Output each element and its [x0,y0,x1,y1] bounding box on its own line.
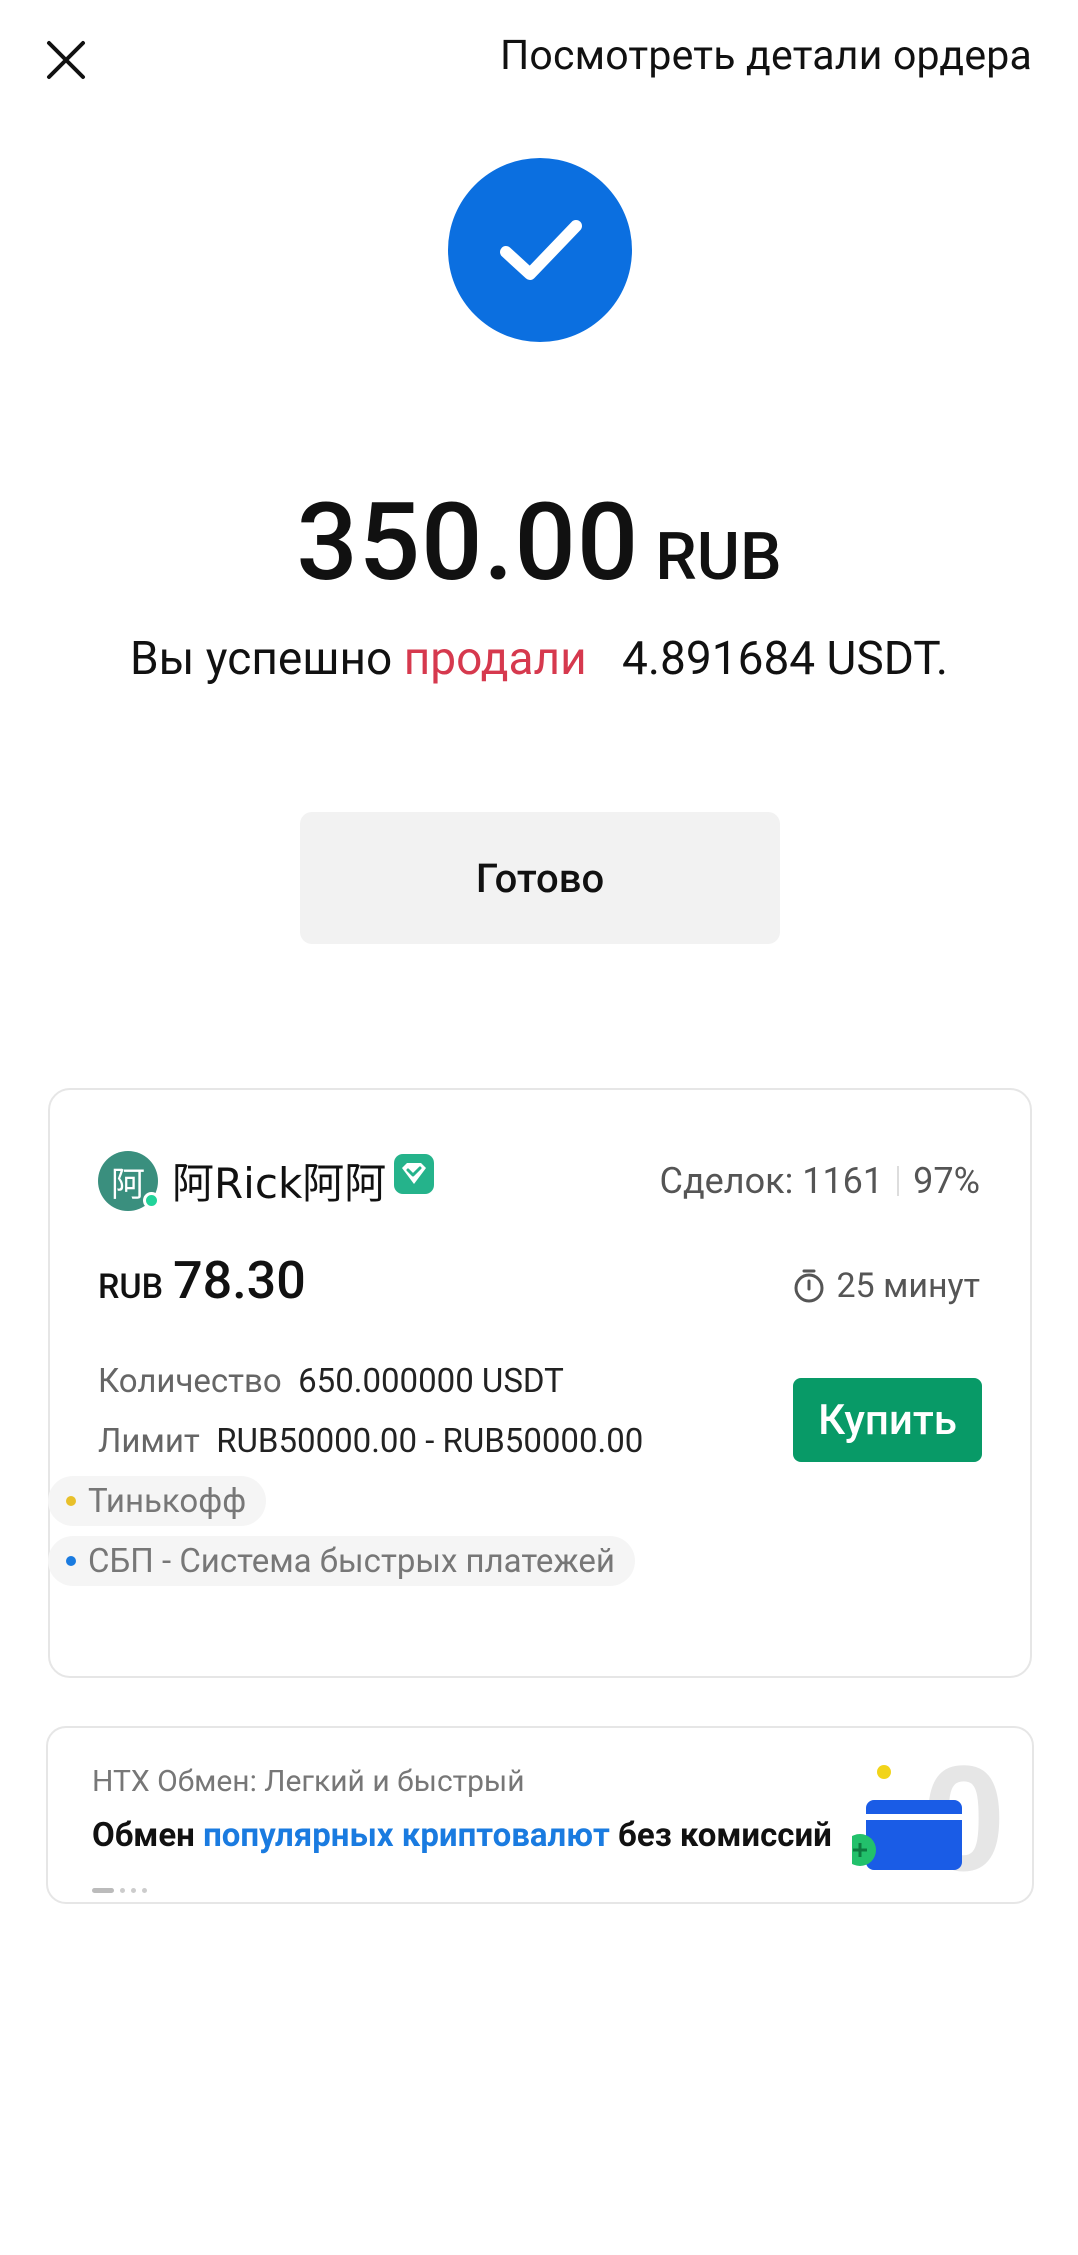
payment-method-dot [66,1556,76,1566]
stopwatch-icon [794,1269,824,1303]
quantity-value: 650.000000 USDT [298,1362,564,1401]
done-button[interactable]: Готово [300,812,780,944]
promo-title-part1: Обмен [92,1816,204,1855]
buy-button[interactable]: Купить [793,1378,982,1462]
success-check-icon [448,158,632,342]
payment-method-tag: СБП - Система быстрых платежей [48,1536,635,1586]
payment-method-tag: Тинькофф [48,1476,267,1526]
close-icon [47,41,85,79]
amount-currency: RUB [655,519,782,596]
promo-title-highlight: популярных криптовалют [203,1816,610,1855]
result-prefix: Вы успешно [130,632,393,686]
avatar[interactable]: 阿 [98,1151,160,1211]
amount-value: 350.00 [296,480,640,606]
carousel-dot-active [92,1888,114,1893]
price-currency: RUB [98,1267,164,1307]
time-limit-text: 25 минут [836,1266,980,1306]
received-amount: 350.00 RUB [0,480,1078,606]
card-illustration-icon: 0 [852,1742,1002,1892]
online-status-dot [143,1192,160,1209]
payment-method-dot [66,1496,76,1506]
result-message: Вы успешно продали 4.891684 USDT. [0,632,1078,686]
promo-subtitle: HTX Обмен: Легкий и быстрый [92,1764,525,1799]
quantity-row: Количество 650.000000 USDT [98,1362,564,1401]
carousel-indicator [92,1888,147,1893]
avatar-letter: 阿 [111,1164,145,1205]
merchant-ad-card[interactable]: 阿 阿Rick阿阿 Сделок: 1161 97% RUB 78.30 25 … [48,1088,1032,1678]
price-value: 78.30 [173,1250,306,1311]
payment-method-name: СБП - Система быстрых платежей [88,1541,615,1581]
completion-rate: 97% [913,1160,980,1202]
deals-stats: Сделок: 1161 97% [660,1160,980,1202]
ad-price: RUB 78.30 [98,1250,306,1311]
limit-row: Лимит RUB50000.00 - RUB50000.00 [98,1422,643,1461]
quantity-label: Количество [98,1362,282,1401]
limit-label: Лимит [98,1422,200,1461]
payment-time-limit: 25 минут [792,1266,980,1306]
limit-value: RUB50000.00 - RUB50000.00 [216,1422,644,1461]
carousel-dot [142,1888,147,1893]
promo-title-part2: без комиссий [609,1816,832,1855]
merchant-name[interactable]: 阿Rick阿阿 [172,1150,386,1211]
verified-merchant-icon [394,1154,434,1194]
deals-count: Сделок: 1161 [659,1160,884,1202]
carousel-dot [131,1888,136,1893]
divider [897,1166,900,1196]
view-order-details-link[interactable]: Посмотреть детали ордера [500,32,1032,80]
carousel-dot [120,1888,125,1893]
result-amount: 4.891684 USDT. [622,632,948,686]
result-action: продали [403,632,587,686]
promo-banner[interactable]: HTX Обмен: Легкий и быстрый Обмен популя… [46,1726,1034,1904]
payment-method-name: Тинькофф [88,1481,247,1521]
order-success-screen: Посмотреть детали ордера 350.00 RUB Вы у… [0,0,1078,2255]
promo-title: Обмен популярных криптовалют без комисси… [92,1816,832,1855]
close-button[interactable] [40,34,92,86]
